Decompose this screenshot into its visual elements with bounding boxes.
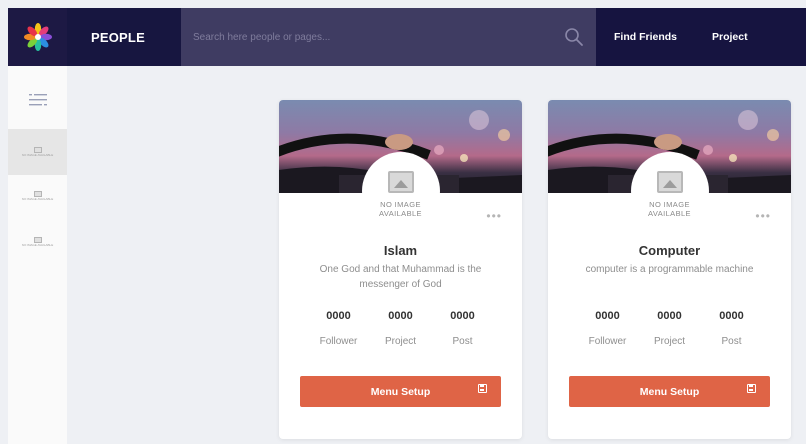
sidebar-menu-toggle[interactable] <box>8 94 67 106</box>
menu-setup-label: Menu Setup <box>639 385 700 398</box>
sidebar-item-label: NO IMAGE AVAILABLE <box>21 197 54 201</box>
profile-card: NO IMAGE AVAILABLE ••• Computer computer… <box>548 100 791 439</box>
card-description: computer is a programmable machine <box>585 264 754 275</box>
no-image-text: NO IMAGE AVAILABLE <box>648 199 691 218</box>
flower-logo-icon <box>23 23 52 51</box>
menu-setup-button[interactable]: Menu Setup <box>300 376 501 407</box>
card-stats: 0000 Follower 0000 Project 0000 Post <box>548 310 791 347</box>
sidebar-item-label: NO IMAGE AVAILABLE <box>21 153 54 157</box>
stat-project: 0000 Project <box>651 310 689 347</box>
search-bar <box>181 8 596 66</box>
stat-label: Follower <box>588 336 627 347</box>
stat-value: 0000 <box>388 310 413 322</box>
stat-follower: 0000 Follower <box>589 310 627 347</box>
save-icon <box>478 384 487 393</box>
sidebar-item-thumbnail: NO IMAGE AVAILABLE <box>22 237 53 247</box>
top-nav: Find Friends Project <box>596 8 806 66</box>
sidebar-item-1[interactable]: NO IMAGE AVAILABLE <box>8 129 67 175</box>
stat-value: 0000 <box>719 310 744 322</box>
card-stats: 0000 Follower 0000 Project 0000 Post <box>279 310 522 347</box>
stat-label: Project <box>384 336 417 347</box>
menu-setup-button[interactable]: Menu Setup <box>569 376 770 407</box>
logo[interactable] <box>8 8 67 66</box>
hamburger-icon <box>28 94 47 106</box>
stat-label: Post <box>721 336 742 347</box>
stat-value: 0000 <box>450 310 475 322</box>
stat-value: 0000 <box>595 310 620 322</box>
card-title: Computer <box>638 243 701 258</box>
search-icon[interactable] <box>564 27 584 47</box>
card-title: Islam <box>383 243 418 258</box>
image-placeholder-icon <box>387 170 414 193</box>
more-dots-icon[interactable]: ••• <box>755 209 771 223</box>
stat-post: 0000 Post <box>713 310 751 347</box>
stat-follower: 0000 Follower <box>320 310 358 347</box>
card-description: One God and that Muhammad is the messeng… <box>319 264 482 290</box>
sidebar: NO IMAGE AVAILABLE NO IMAGE AVAILABLE NO… <box>8 66 67 444</box>
stat-value: 0000 <box>326 310 351 322</box>
stat-label: Follower <box>319 336 358 347</box>
stat-label: Post <box>452 336 473 347</box>
sidebar-item-label: NO IMAGE AVAILABLE <box>21 243 54 247</box>
stat-label: Project <box>653 336 686 347</box>
sidebar-item-thumbnail: NO IMAGE AVAILABLE <box>22 147 53 157</box>
stat-post: 0000 Post <box>444 310 482 347</box>
image-placeholder-icon <box>656 170 683 193</box>
more-dots-icon[interactable]: ••• <box>486 209 502 223</box>
sidebar-item-thumbnail: NO IMAGE AVAILABLE <box>22 191 53 201</box>
avatar[interactable]: NO IMAGE AVAILABLE <box>630 152 709 230</box>
menu-setup-label: Menu Setup <box>370 385 431 398</box>
save-icon <box>747 384 756 393</box>
sidebar-item-2[interactable]: NO IMAGE AVAILABLE <box>8 184 67 208</box>
no-image-text: NO IMAGE AVAILABLE <box>379 199 422 218</box>
sidebar-item-3[interactable]: NO IMAGE AVAILABLE <box>8 230 67 254</box>
stat-value: 0000 <box>657 310 682 322</box>
nav-project[interactable]: Project <box>712 31 748 43</box>
stat-project: 0000 Project <box>382 310 420 347</box>
nav-find-friends[interactable]: Find Friends <box>614 31 677 43</box>
search-input[interactable] <box>181 8 596 66</box>
brand-title[interactable]: PEOPLE <box>67 8 181 66</box>
profile-card: NO IMAGE AVAILABLE ••• Islam One God and… <box>279 100 522 439</box>
avatar[interactable]: NO IMAGE AVAILABLE <box>361 152 440 230</box>
top-header: PEOPLE Find Friends Project <box>8 8 806 66</box>
